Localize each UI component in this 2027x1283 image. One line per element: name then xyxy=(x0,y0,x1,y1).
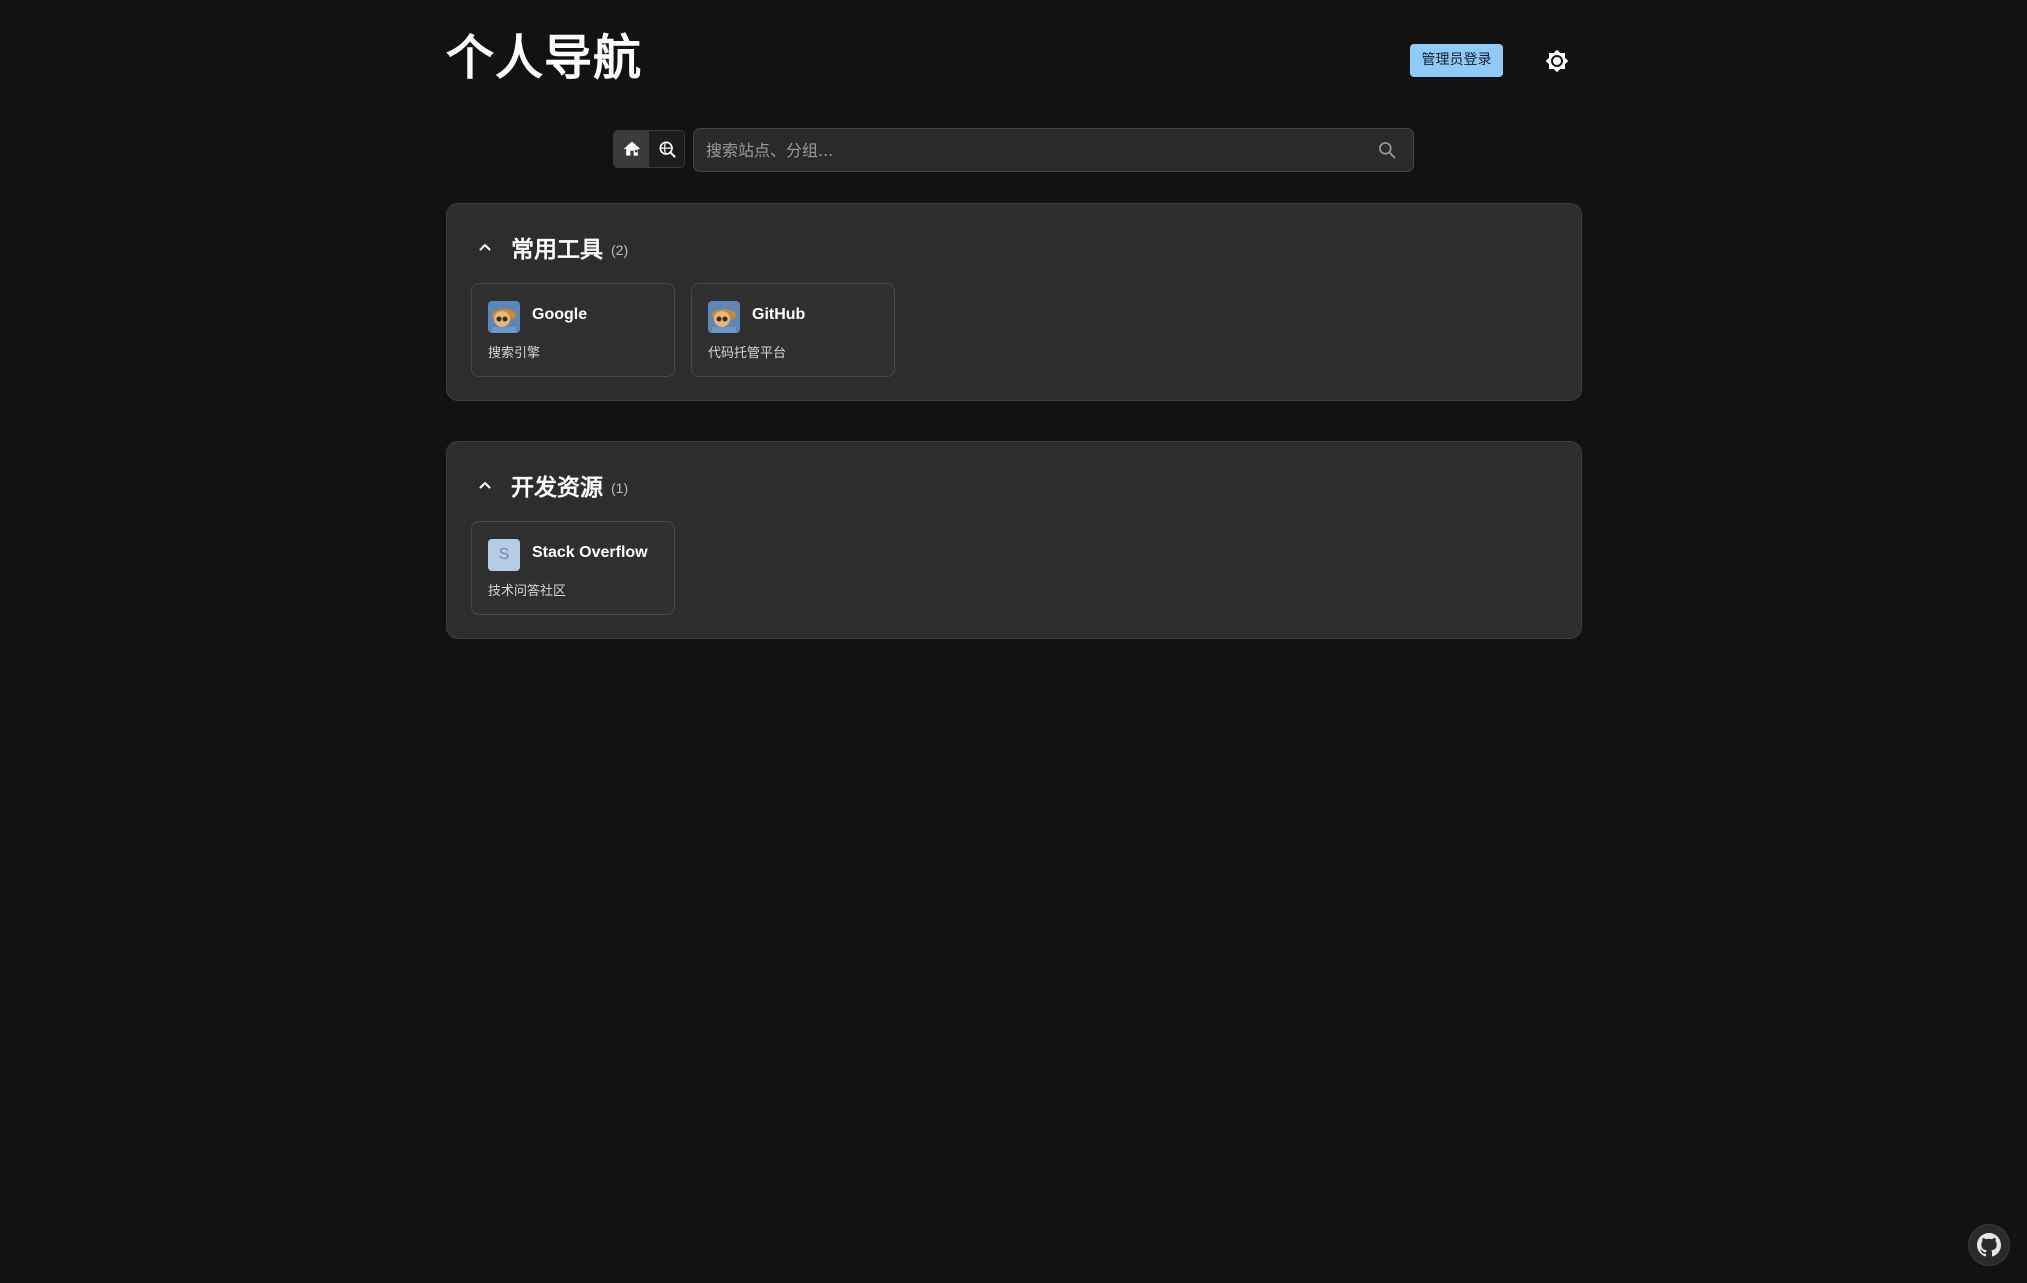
site-card-github[interactable]: GitHub 代码托管平台 xyxy=(691,283,895,377)
sun-icon xyxy=(1545,49,1569,73)
admin-login-button[interactable]: 管理员登录 xyxy=(1410,44,1503,77)
page: 个人导航 管理员登录 搜索站点、分组... 常用工具 (2) Google 搜索… xyxy=(0,0,2027,1283)
group-header[interactable]: 常用工具 (2) xyxy=(477,230,628,264)
site-avatar xyxy=(488,301,520,333)
site-letter-icon: S xyxy=(488,539,520,571)
theme-toggle-button[interactable] xyxy=(1540,44,1574,78)
group-title: 开发资源 xyxy=(511,475,603,501)
search-bar xyxy=(693,128,1414,172)
home-icon xyxy=(623,141,640,156)
group-count: (2) xyxy=(611,242,629,258)
search-input[interactable] xyxy=(706,129,1346,171)
page-title: 个人导航 xyxy=(446,30,643,86)
chevron-up-icon[interactable] xyxy=(477,239,493,255)
search-icon[interactable] xyxy=(1377,140,1397,160)
github-icon xyxy=(1977,1233,2001,1257)
group-header[interactable]: 开发资源 (1) xyxy=(477,468,628,502)
site-name: Google xyxy=(532,306,588,323)
site-name: Stack Overflow xyxy=(532,544,648,561)
group-card-dev-resources: 开发资源 (1) S Stack Overflow 技术问答社区 xyxy=(446,441,1582,639)
group-count: (1) xyxy=(611,480,629,496)
search-mode-toggle xyxy=(613,130,685,168)
web-search-mode-button[interactable] xyxy=(649,131,684,167)
group-title: 常用工具 xyxy=(511,237,603,263)
site-description: 搜索引擎 xyxy=(488,346,541,361)
chevron-up-icon[interactable] xyxy=(477,477,493,493)
site-name: GitHub xyxy=(752,306,806,323)
site-search-mode-button[interactable] xyxy=(614,131,649,167)
site-description: 代码托管平台 xyxy=(708,346,787,361)
github-link-button[interactable] xyxy=(1968,1224,2010,1266)
site-description: 技术问答社区 xyxy=(488,584,567,599)
site-card-google[interactable]: Google 搜索引擎 xyxy=(471,283,675,377)
site-avatar xyxy=(708,301,740,333)
web-search-icon xyxy=(659,141,675,158)
group-card-common-tools: 常用工具 (2) Google 搜索引擎 GitHub 代码托管平台 xyxy=(446,203,1582,401)
site-card-stack-overflow[interactable]: S Stack Overflow 技术问答社区 xyxy=(471,521,675,615)
